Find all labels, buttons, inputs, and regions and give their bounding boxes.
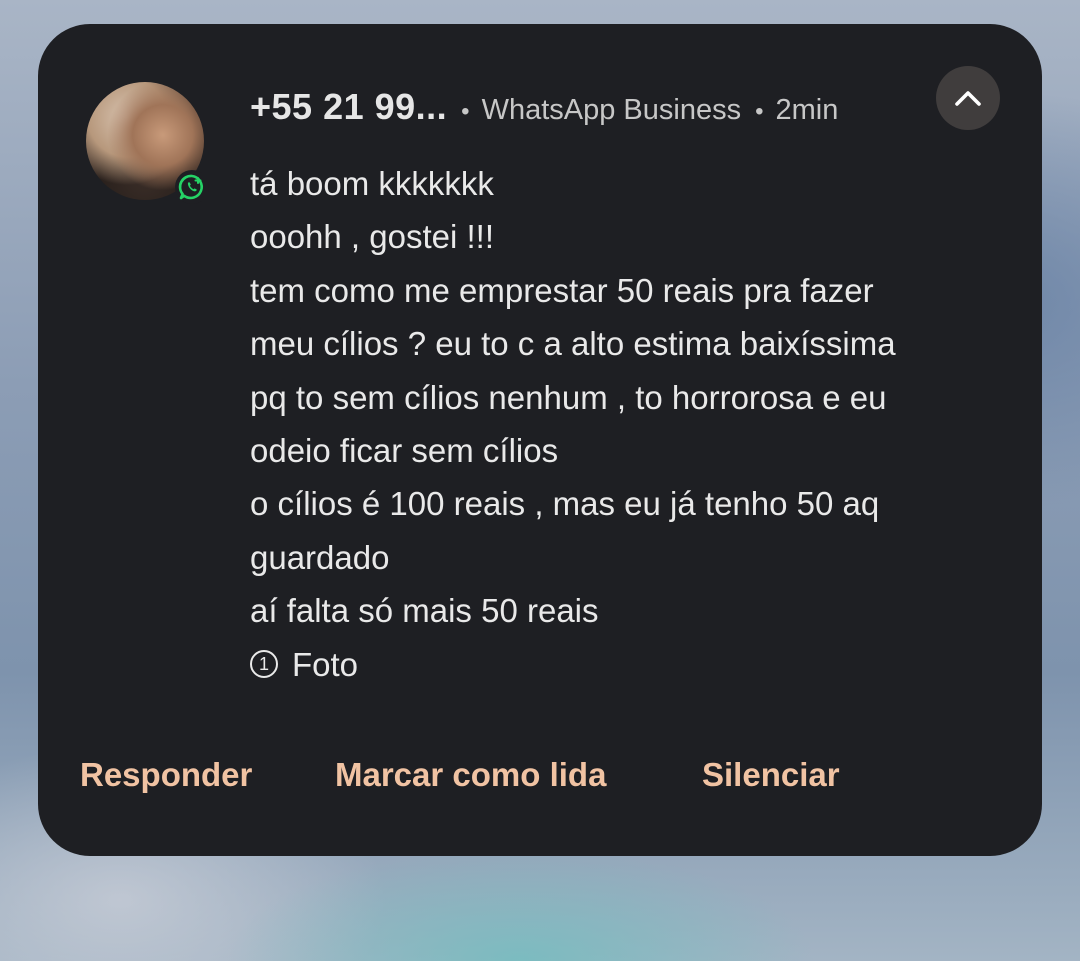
chevron-up-icon (955, 91, 981, 106)
sender-name: +55 21 99... (250, 86, 448, 127)
mute-button[interactable]: Silenciar (702, 756, 840, 794)
message-line: ooohh , gostei !!! (250, 218, 495, 256)
message-line: pq to sem cílios nenhum , to horrorosa e… (250, 378, 887, 416)
separator-dot: • (755, 98, 764, 125)
notification-actions: Responder Marcar como lida Silenciar (38, 756, 1042, 800)
message-line: tem como me emprestar 50 reais pra fazer (250, 271, 874, 309)
mark-as-read-button[interactable]: Marcar como lida (335, 756, 606, 794)
reply-button[interactable]: Responder (80, 756, 252, 794)
message-line: guardado (250, 538, 390, 576)
notification-time: 2min (775, 94, 839, 126)
whatsapp-business-icon (175, 170, 209, 204)
message-line: o cílios é 100 reais , mas eu já tenho 5… (250, 485, 880, 523)
notification-card[interactable]: +55 21 99... • WhatsApp Business • 2min … (38, 24, 1042, 856)
separator-dot: • (461, 98, 470, 125)
collapse-button[interactable] (936, 66, 1000, 130)
message-line: aí falta só mais 50 reais (250, 592, 599, 630)
message-line: odeio ficar sem cílios (250, 432, 559, 470)
notification-header: +55 21 99... • WhatsApp Business • 2min (250, 86, 838, 128)
message-line: tá boom kkkkkkk (250, 165, 494, 202)
app-name: WhatsApp Business (481, 94, 742, 126)
photo-label: Foto (292, 645, 359, 683)
message-line: meu cílios ? eu to c a alto estima baixí… (250, 325, 896, 363)
view-once-photo-icon: 1 (250, 650, 278, 679)
message-list: tá boom kkkkkkk ooohh , gostei !!! tem c… (250, 157, 1010, 691)
photo-attachment: 1 Foto (250, 638, 1010, 691)
